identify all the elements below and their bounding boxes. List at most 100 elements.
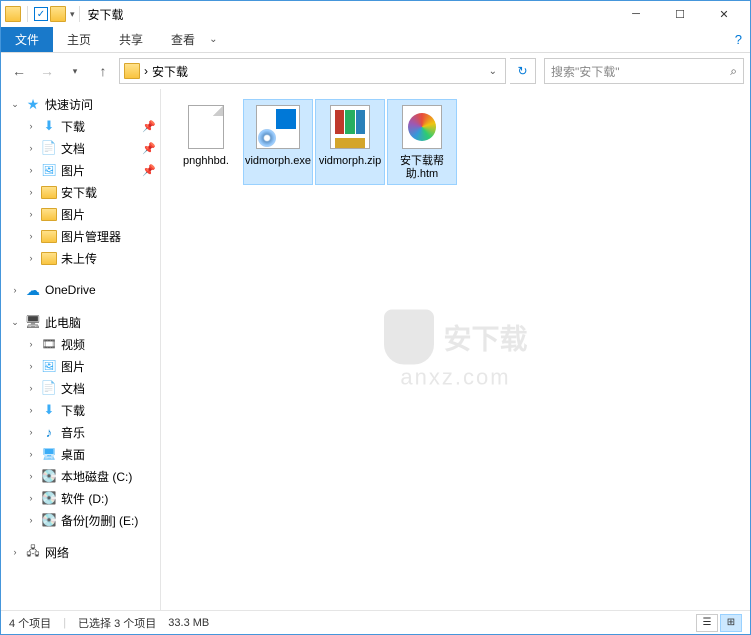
chevron-right-icon[interactable]: › [9,547,21,557]
sidebar-item[interactable]: ›⬇下载 [1,399,160,421]
label: 图片 [61,358,85,375]
download-icon: ⬇ [41,402,57,418]
chevron-right-icon[interactable]: › [25,383,37,393]
file-item[interactable]: 安下载帮助.htm [387,99,457,185]
chevron-right-icon[interactable]: › [25,493,37,503]
chevron-right-icon[interactable]: › [25,405,37,415]
label: 桌面 [61,446,85,463]
sidebar-item[interactable]: › 🖼图片 [1,355,160,377]
recent-dropdown-icon[interactable]: ▾ [63,59,87,83]
forward-button[interactable]: → [35,59,59,83]
address-bar[interactable]: › 安下载 ⌄ [119,58,506,84]
sidebar-item[interactable]: ›📄文档 [1,377,160,399]
network-icon: 🖧 [25,544,41,560]
cloud-icon: ☁ [25,282,41,298]
chevron-right-icon[interactable]: › [25,515,37,525]
sidebar-item[interactable]: ›📄文档📌 [1,137,160,159]
refresh-button[interactable]: ↻ [510,58,536,84]
sidebar-item[interactable]: ›🖥桌面 [1,443,160,465]
label: 图片管理器 [61,228,121,245]
sidebar-item[interactable]: ›♪音乐 [1,421,160,443]
label: 快速访问 [45,96,93,113]
tab-file[interactable]: 文件 [1,27,53,52]
file-item[interactable]: vidmorph.zip [315,99,385,185]
chevron-right-icon[interactable]: › [25,449,37,459]
sidebar-item[interactable]: ›🎞视频 [1,333,160,355]
sidebar-this-pc[interactable]: ⌄ 🖥 此电脑 [1,311,160,333]
breadcrumb[interactable]: 安下载 [152,63,188,80]
tab-share[interactable]: 共享 [105,27,157,52]
status-selection: 已选择 3 个项目 [78,615,156,631]
pic-icon: 🖼 [41,358,57,374]
view-switcher: ☰ ⊞ [696,614,742,632]
app-folder-icon [5,6,21,22]
label: 下载 [61,118,85,135]
chevron-right-icon[interactable]: › [25,121,37,131]
chevron-right-icon[interactable]: › [25,165,37,175]
sidebar-item[interactable]: ›安下载 [1,181,160,203]
star-icon: ★ [25,96,41,112]
chevron-right-icon[interactable]: › [25,143,37,153]
maximize-button[interactable]: ☐ [658,1,702,27]
title-bar: ✓ ▾ 安下载 ─ ☐ ✕ [1,1,750,27]
sidebar-item[interactable]: ›未上传 [1,247,160,269]
qat-dropdown-icon[interactable]: ▾ [70,9,75,20]
search-input[interactable]: 搜索"安下载" ⌕ [544,58,744,84]
folder-icon [41,184,57,200]
shield-icon [383,310,433,365]
label: 软件 (D:) [61,490,108,507]
tab-home[interactable]: 主页 [53,27,105,52]
chevron-right-icon[interactable]: › [25,361,37,371]
exe-icon [256,105,300,149]
quick-access-toolbar: ✓ ▾ [5,6,82,22]
search-icon: ⌕ [730,64,737,79]
help-icon[interactable]: ? [735,32,742,47]
watermark-line1: 安下载 [443,317,527,357]
file-name: vidmorph.exe [245,155,311,168]
folder-icon [41,228,57,244]
download-icon: ⬇ [41,118,57,134]
file-pane[interactable]: pnghhbd. vidmorph.exe vidmorph.zip安下载帮助.ht… [161,89,750,611]
chevron-right-icon[interactable]: › [25,209,37,219]
status-bar: 4 个项目 | 已选择 3 个项目 33.3 MB ☰ ⊞ [1,610,750,634]
sidebar-onedrive[interactable]: › ☁ OneDrive [1,279,160,301]
chevron-down-icon[interactable]: ⌄ [9,99,21,110]
expand-ribbon-icon[interactable]: ⌄ [209,34,217,45]
chevron-right-icon[interactable]: › [25,187,37,197]
chevron-right-icon[interactable]: › [25,427,37,437]
sidebar-item[interactable]: ›🖼图片📌 [1,159,160,181]
sidebar-item[interactable]: › 图片管理器 [1,225,160,247]
htm-icon [402,105,442,149]
tab-view[interactable]: 查看 [157,27,209,52]
sidebar-network[interactable]: › 🖧 网络 [1,541,160,563]
chevron-right-icon[interactable]: › [9,285,21,295]
back-button[interactable]: ← [7,59,31,83]
sidebar-quick-access[interactable]: ⌄ ★ 快速访问 [1,93,160,115]
qat-properties-checkbox[interactable]: ✓ [34,7,48,21]
view-details-button[interactable]: ☰ [696,614,718,632]
chevron-right-icon[interactable]: › [25,339,37,349]
sidebar-item[interactable]: ›图片 [1,203,160,225]
sidebar-item[interactable]: ›💽本地磁盘 (C:) [1,465,160,487]
chevron-down-icon[interactable]: ⌄ [9,317,21,328]
folder-icon [41,206,57,222]
file-item[interactable]: vidmorph.exe [243,99,313,185]
view-icons-button[interactable]: ⊞ [720,614,742,632]
chevron-right-icon[interactable]: › [25,231,37,241]
label: 备份[勿删] (E:) [61,512,138,529]
pin-icon: 📌 [142,164,156,177]
up-button[interactable]: ↑ [91,59,115,83]
qat-folder-icon[interactable] [50,6,66,22]
minimize-button[interactable]: ─ [614,1,658,27]
addr-dropdown-icon[interactable]: ⌄ [489,66,501,77]
navigation-bar: ← → ▾ ↑ › 安下载 ⌄ ↻ 搜索"安下载" ⌕ [1,53,750,89]
sidebar-item[interactable]: ›💽软件 (D:) [1,487,160,509]
sidebar-item[interactable]: ›💽备份[勿删] (E:) [1,509,160,531]
file-item[interactable]: pnghhbd. [171,99,241,185]
sidebar-item[interactable]: ›⬇下载📌 [1,115,160,137]
drive-icon: 💽 [41,468,57,484]
file-name: 安下载帮助.htm [391,155,453,181]
chevron-right-icon[interactable]: › [25,253,37,263]
chevron-right-icon[interactable]: › [25,471,37,481]
close-button[interactable]: ✕ [702,1,746,27]
